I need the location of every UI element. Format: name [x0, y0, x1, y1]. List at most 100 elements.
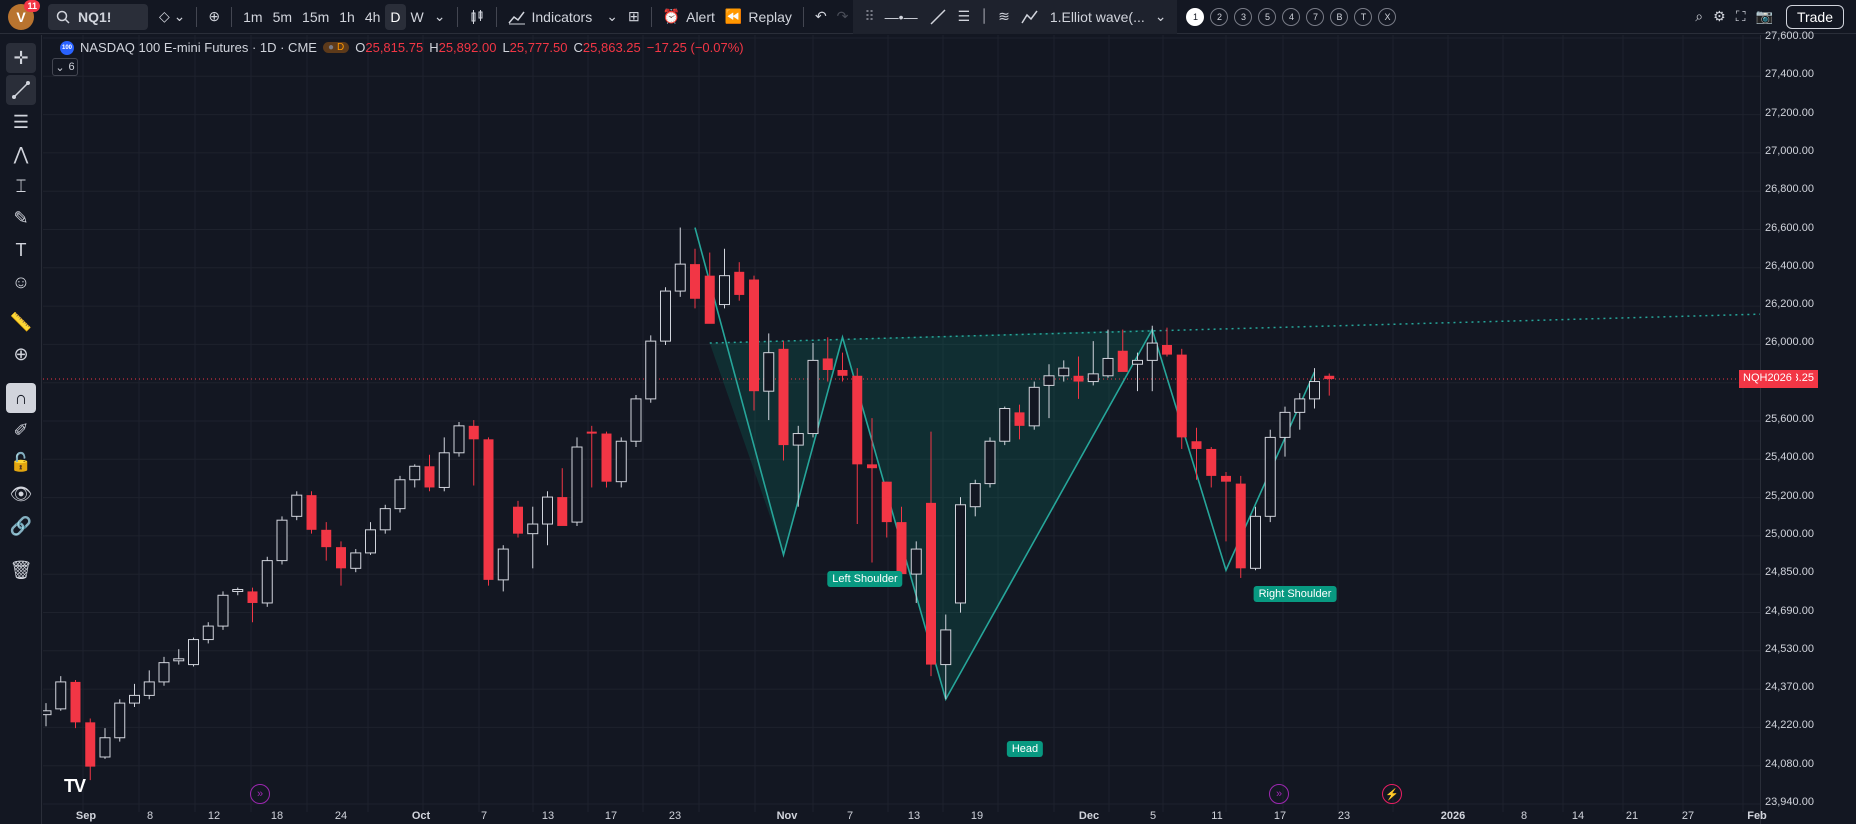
price-label: 24,220.00	[1765, 719, 1814, 732]
delete-tool[interactable]: 🗑	[6, 555, 36, 585]
fullscreen-button[interactable]: ⛶	[1731, 4, 1751, 30]
indicators-button[interactable]: Indicators ⌄	[503, 4, 623, 30]
snapshot-button[interactable]: 📷	[1751, 4, 1778, 30]
line-width-button[interactable]: ☰	[953, 4, 976, 30]
candle-body	[497, 548, 509, 581]
wave-degree-x[interactable]: X	[1378, 7, 1397, 26]
candle-body	[704, 275, 715, 324]
trendline-tool[interactable]	[6, 75, 36, 105]
legend-collapse-button[interactable]: ⌄ 6	[52, 58, 78, 76]
symbol-search[interactable]: NQ1!	[48, 3, 148, 30]
series-title[interactable]: NASDAQ 100 E-mini Futures · 1D · CME	[80, 40, 317, 55]
timeframe-15m[interactable]: 15m	[297, 4, 334, 30]
line-style-button[interactable]: —•—	[880, 4, 923, 30]
pattern-tool[interactable]: ⋀	[6, 139, 36, 169]
price-axis[interactable]: 27,600.00 27,400.00 27,200.00 27,000.00 26,8…	[1760, 30, 1856, 824]
head-label[interactable]: Head	[1006, 741, 1044, 757]
wave-degree-b[interactable]: B	[1330, 7, 1349, 26]
text-tool[interactable]: T	[6, 235, 36, 265]
add-symbol-button[interactable]: ⊕	[203, 4, 225, 30]
right-shoulder-label[interactable]: Right Shoulder	[1253, 586, 1337, 602]
wave-degree-1[interactable]: 1	[1186, 7, 1205, 26]
hide-tool[interactable]: 👁	[6, 479, 36, 509]
ruler-tool[interactable]: 📏	[6, 307, 36, 337]
event-marker[interactable]: »	[250, 784, 270, 804]
contract-tag[interactable]: NQH2026	[1739, 370, 1796, 389]
pattern-button[interactable]	[1015, 4, 1045, 30]
fib-tool[interactable]: ☰	[6, 107, 36, 137]
wave-degree-t[interactable]: T	[1354, 7, 1373, 26]
divider	[650, 6, 652, 27]
timeframe-d[interactable]: D	[385, 3, 406, 30]
wave-degree-3[interactable]: 3	[1234, 7, 1253, 26]
time-label: 7	[846, 810, 854, 822]
lock-tool[interactable]: 🔓	[6, 447, 36, 477]
wave-degree-7[interactable]: 7	[1306, 7, 1325, 26]
magnet-tool[interactable]: ∩	[6, 383, 36, 413]
timeframe-1h[interactable]: 1h	[334, 4, 360, 30]
wave-degree-2[interactable]: 2	[1210, 7, 1229, 26]
left-shoulder-label[interactable]: Left Shoulder	[827, 571, 903, 587]
eye-icon: 👁	[9, 483, 33, 504]
crosshair-button[interactable]: ✛	[6, 43, 36, 73]
timeframe-dropdown[interactable]: ⌄	[429, 4, 451, 30]
divider	[495, 6, 497, 27]
drag-dots-icon: ⠿	[864, 8, 875, 24]
trendline-button[interactable]	[923, 4, 953, 30]
quick-search-button[interactable]: ⌕	[1690, 4, 1708, 30]
wave-degree-4[interactable]: 4	[1282, 7, 1301, 26]
timeframe-5m[interactable]: 5m	[268, 4, 297, 30]
candle-body	[955, 504, 966, 604]
candle-body	[173, 658, 185, 662]
event-marker[interactable]: »	[1269, 784, 1289, 804]
link-tool[interactable]: 🔗	[6, 511, 36, 541]
brush-tool[interactable]: ✎	[6, 203, 36, 233]
replay-button[interactable]: ⏪ Replay	[720, 4, 797, 30]
price-label: 26,200.00	[1765, 298, 1814, 311]
chart-pane[interactable]	[43, 35, 1856, 824]
left-drawing-toolbar: ✛ ☰ ⋀ ⌶ ✎ T ☺ 📏 ⊕ ∩ ✐ 🔓 👁 🔗 🗑	[0, 35, 42, 824]
candle-body	[690, 264, 700, 299]
drag-handle[interactable]: ⠿	[859, 4, 879, 30]
measure-tool[interactable]: ⌶	[6, 171, 36, 201]
compare-button[interactable]: ◇ ⌄	[154, 4, 190, 30]
data-badge[interactable]: ● D	[322, 42, 350, 53]
user-avatar[interactable]: V 11	[8, 0, 40, 30]
time-label: 13	[907, 810, 921, 822]
settings-button[interactable]: ⚙	[1708, 4, 1731, 30]
stay-drawing-tool[interactable]: ✐	[6, 415, 36, 445]
timeframe-4h[interactable]: 4h	[360, 4, 386, 30]
camera-icon: 📷	[1755, 8, 1773, 24]
fib-button[interactable]: ≋	[993, 4, 1015, 30]
time-axis[interactable]: Sep 8 12 18 24 Oct 7 13 17 23 Nov 7 13 19 Dec 5 11 17 23 20…	[43, 810, 1767, 824]
zoom-in-tool[interactable]: ⊕	[6, 339, 36, 369]
alert-button[interactable]: ⏰ Alert	[658, 4, 720, 30]
series-legend: 100 NASDAQ 100 E-mini Futures · 1D · CME…	[60, 40, 744, 55]
undo-button[interactable]: ↶	[810, 4, 832, 30]
chart-type-button[interactable]	[464, 4, 490, 30]
chevron-down-icon: ⌄	[1154, 8, 1167, 24]
redo-icon: ↷	[836, 8, 849, 24]
trade-button[interactable]: Trade	[1785, 4, 1844, 29]
tradingview-logo: TV	[64, 776, 86, 796]
top-toolbar: V 11 NQ1! ◇ ⌄ ⊕ 1m 5m 15m 1h 4h D W ⌄ In…	[0, 0, 1856, 34]
time-label: 23	[1337, 810, 1351, 822]
candle-body	[792, 433, 804, 446]
chevron-down-icon: ⌄	[433, 8, 446, 24]
chart-canvas[interactable]	[43, 35, 1760, 812]
price-label: 26,400.00	[1765, 259, 1814, 272]
event-marker[interactable]: ⚡	[1382, 784, 1402, 804]
projection-icon: ⌶	[15, 175, 27, 196]
candle-body	[85, 722, 96, 767]
redo-button[interactable]: ↷	[832, 4, 854, 30]
timeframe-w[interactable]: W	[406, 4, 429, 30]
timeframe-1m[interactable]: 1m	[238, 4, 267, 30]
divider	[196, 6, 198, 27]
trash-icon: 🗑	[9, 559, 33, 580]
vertical-line-button[interactable]: ⏐	[975, 4, 993, 30]
time-label: 2026	[1440, 810, 1466, 822]
drawing-name[interactable]: 1.Elliot wave(... ⌄	[1045, 4, 1172, 30]
layout-button[interactable]: ⊞	[623, 4, 645, 30]
icon-tool[interactable]: ☺	[6, 267, 36, 297]
wave-degree-5[interactable]: 5	[1258, 7, 1277, 26]
